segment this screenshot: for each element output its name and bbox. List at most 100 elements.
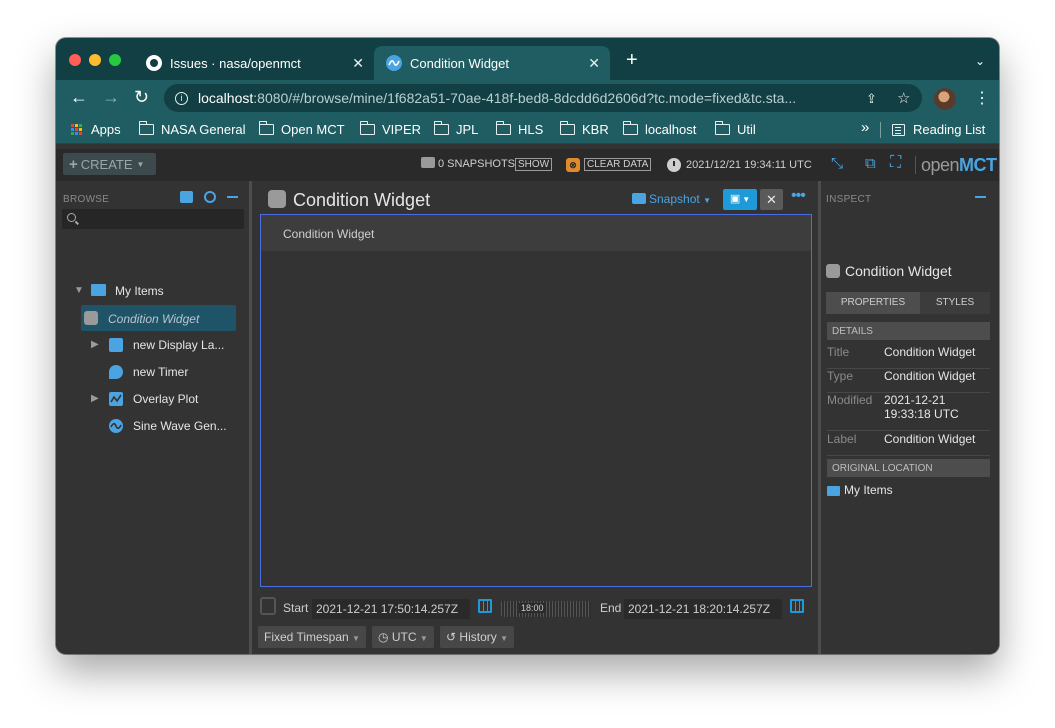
tree-item-timer[interactable]: new Timer xyxy=(56,360,249,384)
condition-widget-icon xyxy=(84,311,98,325)
close-tab-icon[interactable]: ✕ xyxy=(588,55,600,72)
camera-icon xyxy=(421,157,435,168)
bookmark-localhost[interactable]: localhost xyxy=(622,121,696,137)
expand-arrow-icon[interactable]: ▶ xyxy=(91,339,99,350)
folder-icon xyxy=(91,284,106,296)
sine-wave-icon xyxy=(109,419,123,433)
address-bar[interactable]: i localhost:8080/#/browse/mine/1f682a51-… xyxy=(164,84,922,112)
reading-list-button[interactable]: Reading List xyxy=(892,122,985,137)
add-item-icon[interactable] xyxy=(180,191,193,203)
tree-item-overlay-plot[interactable]: ▶ Overlay Plot xyxy=(56,387,249,411)
tab-styles[interactable]: STYLES xyxy=(920,292,990,314)
tree-item-my-items[interactable]: ▼ My Items xyxy=(56,279,249,303)
tab-search-icon[interactable]: ⌄ xyxy=(975,54,985,68)
forward-button[interactable]: → xyxy=(102,88,120,106)
more-options-icon[interactable]: ••• xyxy=(791,187,806,205)
target-icon[interactable] xyxy=(204,191,216,203)
tab-issues[interactable]: Issues · nasa/openmct ✕ xyxy=(138,46,374,80)
mode-dropdown[interactable]: Fixed Timespan ▼ xyxy=(258,626,366,648)
search-input[interactable] xyxy=(62,209,244,229)
bookmark-util[interactable]: Util xyxy=(714,121,756,137)
time-slider[interactable]: 18:00 xyxy=(501,601,591,617)
tree-item-label: Condition Widget xyxy=(108,312,200,326)
show-snapshots-button[interactable]: SHOW xyxy=(515,158,553,171)
url-text[interactable]: localhost:8080/#/browse/mine/1f682a51-70… xyxy=(198,90,868,106)
bookmark-star-icon[interactable]: ☆ xyxy=(897,89,910,107)
profile-avatar[interactable] xyxy=(934,88,956,110)
github-icon xyxy=(146,55,162,71)
new-window-icon[interactable]: ⧉ xyxy=(865,155,876,172)
collapse-panes-icon[interactable]: ⤡ xyxy=(831,155,843,172)
property-row: Modified 2021-12-21 19:33:18 UTC xyxy=(827,393,990,431)
history-icon: ↺ xyxy=(446,630,457,644)
clock-icon xyxy=(667,158,681,172)
browser-menu-icon[interactable]: ⋮ xyxy=(974,88,990,108)
chevron-down-icon: ▼ xyxy=(419,634,428,643)
more-bookmarks-button[interactable]: » xyxy=(861,119,869,136)
details-header: DETAILS xyxy=(827,322,990,340)
bookmark-apps[interactable]: Apps xyxy=(71,122,121,137)
tab-properties[interactable]: PROPERTIES xyxy=(826,292,920,314)
browser-toolbar: ← → ↻ i localhost:8080/#/browse/mine/1f6… xyxy=(56,80,999,116)
tree-item-condition-widget[interactable]: Condition Widget xyxy=(81,305,236,331)
collapse-inspect-icon[interactable] xyxy=(975,196,986,198)
close-edit-button[interactable]: ✕ xyxy=(760,189,783,210)
close-window-button[interactable] xyxy=(69,54,81,66)
minimize-window-button[interactable] xyxy=(89,54,101,66)
collapse-browse-icon[interactable] xyxy=(227,196,238,198)
clock-icon: ◷ xyxy=(378,630,389,644)
clear-data-button[interactable]: CLEAR DATA xyxy=(584,158,652,171)
bookmark-open-mct[interactable]: Open MCT xyxy=(258,121,345,137)
bookmark-hls[interactable]: HLS xyxy=(495,121,543,137)
bookmark-nasa-general[interactable]: NASA General xyxy=(138,121,246,137)
logo-divider xyxy=(915,156,916,174)
tree-item-label: new Timer xyxy=(133,365,189,379)
clear-data-icon: ⊗ xyxy=(566,158,580,172)
start-label: Start xyxy=(283,601,309,615)
start-time-input[interactable]: 2021-12-21 17:50:14.257Z xyxy=(312,599,470,619)
timezone-dropdown[interactable]: ◷ UTC ▼ xyxy=(372,626,434,648)
snapshots-indicator: 0 SNAPSHOTS xyxy=(421,157,515,170)
save-icon: ▣ xyxy=(729,193,741,205)
end-calendar-icon[interactable] xyxy=(790,599,804,613)
condition-widget[interactable]: Condition Widget xyxy=(261,215,811,251)
back-button[interactable]: ← xyxy=(70,88,88,106)
property-row: Title Condition Widget xyxy=(827,345,990,369)
tree-item-sine-wave[interactable]: Sine Wave Gen... xyxy=(56,414,249,438)
condition-widget-icon xyxy=(826,264,840,278)
property-row: Type Condition Widget xyxy=(827,369,990,393)
chevron-down-icon: ▼ xyxy=(136,159,145,169)
tab-condition-widget[interactable]: Condition Widget ✕ xyxy=(374,46,610,80)
condition-widget-frame: Condition Widget xyxy=(260,214,812,587)
new-tab-button[interactable]: + xyxy=(626,50,638,70)
share-icon[interactable]: ⇪ xyxy=(866,91,877,107)
bookmarks-divider xyxy=(880,122,881,138)
condition-widget-label: Condition Widget xyxy=(283,227,375,241)
start-calendar-icon[interactable] xyxy=(478,599,492,613)
chevron-down-icon: ▼ xyxy=(352,634,360,643)
bookmarks-bar: Apps NASA General Open MCT VIPER JPL HLS… xyxy=(56,116,999,144)
reload-button[interactable]: ↻ xyxy=(134,88,149,106)
tree-item-display-layout[interactable]: ▶ new Display La... xyxy=(56,333,249,357)
close-tab-icon[interactable]: ✕ xyxy=(352,55,364,72)
bookmark-kbr[interactable]: KBR xyxy=(559,121,609,137)
inspect-title: Condition Widget xyxy=(845,263,952,279)
expand-arrow-icon[interactable]: ▶ xyxy=(91,393,99,404)
tree-item-label: new Display La... xyxy=(133,338,225,352)
bookmark-jpl[interactable]: JPL xyxy=(433,121,478,137)
end-label: End xyxy=(600,601,622,615)
snapshot-button[interactable]: Snapshot ▼ xyxy=(632,192,711,206)
end-time-input[interactable]: 2021-12-21 18:20:14.257Z xyxy=(624,599,782,619)
save-button[interactable]: ▣ ▼ xyxy=(723,189,757,210)
info-icon[interactable]: i xyxy=(175,92,188,105)
original-location-link[interactable]: My Items xyxy=(844,483,893,497)
history-dropdown[interactable]: ↺ History ▼ xyxy=(440,626,515,648)
apps-grid-icon xyxy=(71,124,82,135)
zoom-window-button[interactable] xyxy=(109,54,121,66)
create-button[interactable]: + CREATE ▼ xyxy=(63,153,156,175)
fullscreen-icon[interactable]: ⛶ xyxy=(890,154,901,172)
bookmark-viper[interactable]: VIPER xyxy=(359,121,421,137)
collapse-arrow-icon[interactable]: ▼ xyxy=(74,285,84,296)
folder-icon xyxy=(559,121,575,135)
app-header: + CREATE ▼ 0 SNAPSHOTS SHOW ⊗ CLEAR DATA… xyxy=(56,149,999,181)
